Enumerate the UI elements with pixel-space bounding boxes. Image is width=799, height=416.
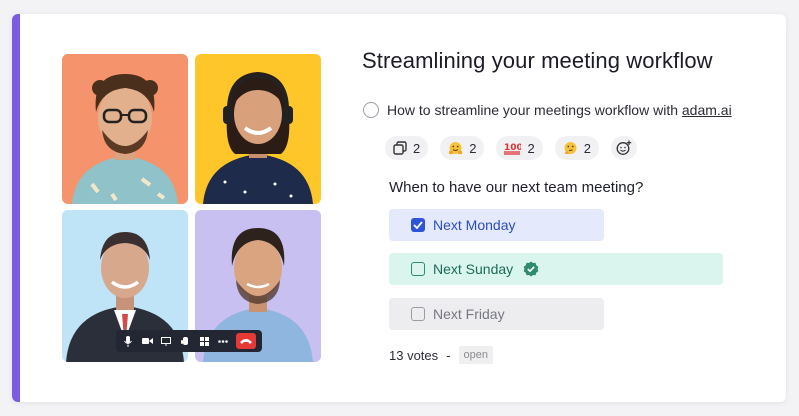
meeting-card: Streamlining your meeting workflow How t… (12, 14, 786, 402)
grid-view-icon[interactable] (196, 333, 212, 349)
poll-option-next-sunday[interactable]: Next Sunday (389, 253, 723, 285)
add-reaction-button[interactable] (610, 136, 637, 160)
participant-tile-2[interactable] (195, 54, 321, 204)
participant-avatar-1 (72, 74, 178, 204)
screen-share-icon[interactable] (158, 333, 174, 349)
accent-bar (12, 14, 20, 402)
reactions-bar: 2 2 100 2 2 (385, 136, 637, 160)
poll-footer: 13 votes - open (389, 346, 493, 364)
page-title: Streamlining your meeting workflow (362, 48, 713, 73)
checkbox-icon[interactable] (411, 262, 425, 276)
checkbox-checked-icon[interactable] (411, 218, 425, 232)
task-text: How to streamline your meetings workflow… (387, 102, 682, 118)
call-controls-bar (116, 330, 262, 352)
reaction-count: 2 (527, 140, 535, 156)
participant-tile-1[interactable] (62, 54, 188, 204)
task-item: How to streamline your meetings workflow… (363, 102, 732, 118)
adam-ai-link[interactable]: adam.ai (682, 102, 732, 118)
reaction-hundred[interactable]: 100 2 (496, 136, 543, 160)
checkbox-icon[interactable] (411, 307, 425, 321)
poll-question: When to have our next team meeting? (389, 179, 644, 196)
hugging-face-emoji (448, 141, 463, 156)
vote-count: 13 votes (389, 347, 439, 363)
mic-icon[interactable] (120, 333, 136, 349)
more-icon[interactable] (215, 333, 231, 349)
status-badge: open (458, 346, 493, 364)
raise-hand-icon[interactable] (177, 333, 193, 349)
end-call-icon[interactable] (236, 333, 256, 349)
copy-icon (393, 141, 407, 155)
reaction-count: 2 (469, 140, 477, 156)
separator: - (446, 347, 451, 363)
reaction-copy[interactable]: 2 (385, 136, 429, 160)
reaction-count: 2 (413, 140, 421, 156)
thinking-face-emoji (563, 141, 578, 156)
poll-option-label: Next Sunday (433, 261, 514, 277)
reaction-hugging[interactable]: 2 (440, 136, 485, 160)
reaction-thinking[interactable]: 2 (554, 136, 599, 160)
poll-option-next-friday[interactable]: Next Friday (389, 298, 604, 330)
poll-option-label: Next Monday (433, 217, 516, 233)
verified-badge-icon (523, 261, 539, 277)
poll-option-label: Next Friday (433, 306, 505, 322)
poll-option-next-monday[interactable]: Next Monday (389, 209, 604, 241)
participant-avatar-2 (203, 72, 313, 204)
add-emoji-icon (616, 140, 632, 156)
hundred-points-emoji: 100 (504, 141, 521, 155)
camera-icon[interactable] (139, 333, 155, 349)
reaction-count: 2 (583, 140, 591, 156)
task-radio-button[interactable] (363, 102, 379, 118)
